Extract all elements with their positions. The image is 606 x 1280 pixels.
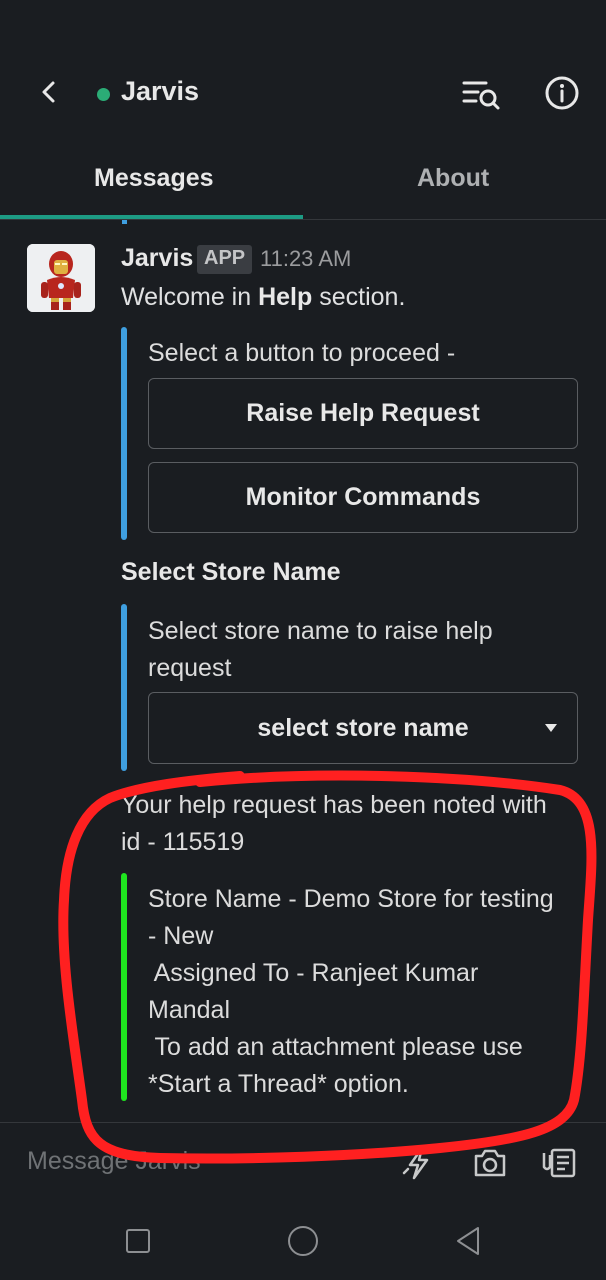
tab-messages[interactable]: Messages [94,164,214,193]
detail-line: *Start a Thread* option. [148,1070,409,1098]
avatar[interactable] [27,244,95,312]
home-icon[interactable] [288,1226,318,1256]
channel-title[interactable]: Jarvis [121,76,199,107]
welcome-prefix: Welcome in [121,283,259,311]
result-line1: Your help request has been noted with [121,791,547,819]
attachment-list-icon[interactable] [540,1143,580,1183]
store-name-select[interactable]: select store name [148,692,578,764]
result-line2: id - 115519 [121,828,245,856]
message-timestamp: 11:23 AM [260,246,352,271]
app-badge: APP [197,245,253,274]
detail-line: Assigned To - Ranjeet Kumar [148,959,479,987]
welcome-text: Welcome in Help section. [121,283,405,312]
iron-man-avatar-icon [27,244,95,312]
monitor-commands-button[interactable]: Monitor Commands [148,462,578,533]
welcome-bold: Help [258,283,313,311]
detail-line: - New [148,922,214,950]
caret-down-icon [545,724,557,732]
detail-line: Store Name - Demo Store for testing [148,885,554,913]
system-back-icon[interactable] [452,1224,484,1258]
monitor-commands-label: Monitor Commands [245,483,481,511]
detail-line: Mandal [148,996,230,1024]
attachment-bar [121,327,127,540]
info-icon[interactable] [542,73,582,113]
recent-apps-icon[interactable] [126,1229,150,1253]
active-tab-indicator [0,215,303,219]
tab-bar: Messages About [0,150,606,220]
store-prompt-line2: request [148,654,232,682]
attachment-bar [121,604,127,771]
sender-name[interactable]: Jarvis [121,244,193,273]
message-composer: Message Jarvis [0,1122,606,1202]
camera-icon[interactable] [470,1143,510,1183]
raise-help-request-label: Raise Help Request [246,399,480,427]
back-arrow-icon[interactable] [30,72,70,112]
header: Jarvis [0,0,606,150]
detail-line: To add an attachment please use [148,1033,523,1061]
store-prompt-line1: Select store name to raise help [148,617,493,645]
previous-attachment-bar [122,220,127,224]
search-in-conversation-icon[interactable] [460,74,502,114]
store-select-value: select store name [257,713,469,742]
attachment-bar [121,873,127,1101]
online-status-icon [97,88,110,101]
system-nav-bar [0,1202,606,1280]
action-prompt: Select a button to proceed - [148,339,456,367]
shortcuts-lightning-icon[interactable] [398,1143,438,1183]
raise-help-request-button[interactable]: Raise Help Request [148,378,578,449]
welcome-suffix: section. [312,283,406,311]
store-section-title: Select Store Name [121,558,341,586]
message-input[interactable]: Message Jarvis [27,1147,201,1176]
tab-about[interactable]: About [417,164,489,193]
